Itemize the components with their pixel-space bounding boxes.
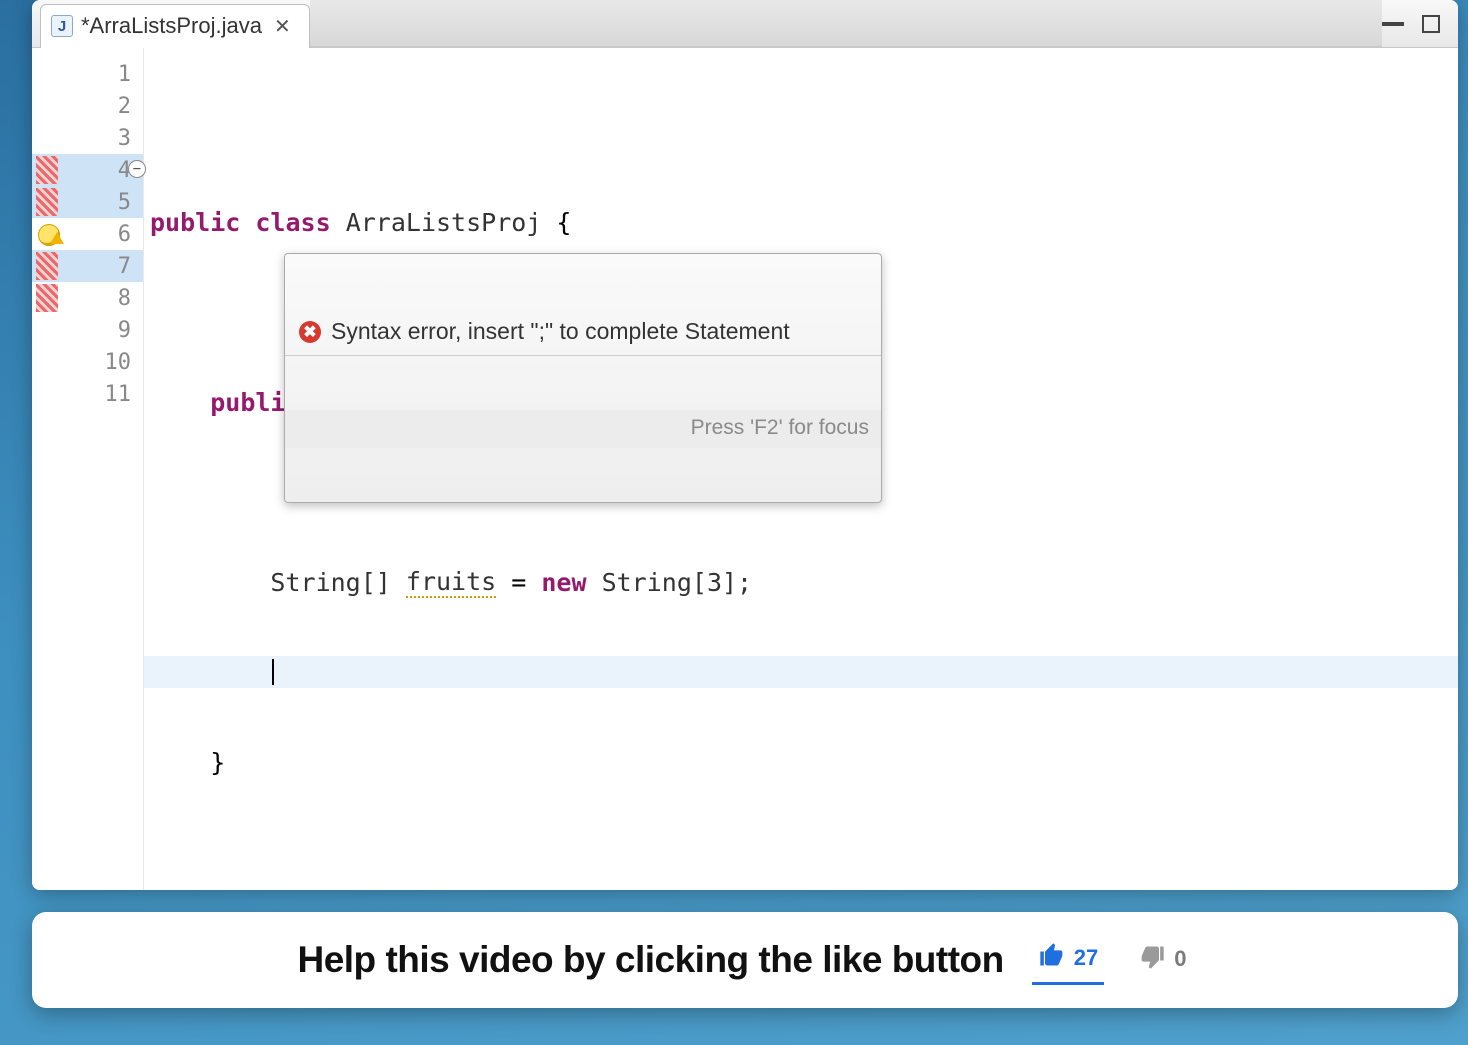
pane-window-controls (1382, 15, 1458, 33)
line-number: 1 (32, 58, 143, 90)
error-icon: ✖ (299, 321, 321, 343)
line-number: 2 (32, 90, 143, 122)
tab-bar-spacer (310, 0, 1382, 47)
thumbs-down-icon (1138, 943, 1166, 976)
minimize-pane-icon[interactable] (1382, 22, 1404, 26)
tooltip-hint: Press 'F2' for focus (285, 410, 881, 448)
line-number: 9 (32, 314, 143, 346)
editor-tab-filename: *ArraListsProj.java (81, 13, 262, 39)
line-number-gutter: 1 2 3 4 − 5 6 (32, 48, 144, 890)
video-cta-bar: Help this video by clicking the like but… (32, 912, 1458, 1008)
code-text-area[interactable]: public class ArraListsProj { public stat… (144, 48, 1458, 890)
line-number: 8 (32, 282, 143, 314)
change-marker-icon (36, 284, 58, 312)
change-marker-icon (36, 156, 58, 184)
code-line (144, 116, 1458, 148)
line-number: 5 (32, 186, 143, 218)
line-number: 3 (32, 122, 143, 154)
editor-tab-bar: J *ArraListsProj.java ✕ (32, 0, 1458, 48)
code-line: } (144, 746, 1458, 778)
error-tooltip: ✖ Syntax error, insert ";" to complete S… (284, 253, 882, 503)
dislike-button[interactable]: 0 (1132, 937, 1192, 984)
line-number: 4 − (32, 154, 143, 186)
line-number: 7 (32, 250, 143, 282)
text-cursor (272, 659, 274, 685)
java-file-icon: J (51, 15, 73, 37)
code-line: String[] fruits = new String[3]; (144, 566, 1458, 598)
editor-body[interactable]: 1 2 3 4 − 5 6 (32, 48, 1458, 890)
ide-window: J *ArraListsProj.java ✕ 1 2 3 4 − (32, 0, 1458, 890)
change-marker-icon (36, 252, 58, 280)
line-number: 10 (32, 346, 143, 378)
editor-tab-active[interactable]: J *ArraListsProj.java ✕ (40, 4, 310, 48)
close-tab-icon[interactable]: ✕ (270, 12, 295, 41)
line-number: 6 (32, 218, 143, 250)
editor-pane: J *ArraListsProj.java ✕ 1 2 3 4 − (32, 0, 1458, 890)
code-line (144, 836, 1458, 868)
code-line: public class ArraListsProj { (144, 206, 1458, 238)
cta-text: Help this video by clicking the like but… (297, 939, 1003, 981)
like-count: 27 (1074, 945, 1098, 971)
code-line-current (144, 656, 1458, 688)
warning-icon (50, 232, 64, 244)
thumbs-up-icon (1038, 941, 1066, 974)
like-button[interactable]: 27 (1032, 935, 1104, 985)
error-message: Syntax error, insert ";" to complete Sta… (331, 318, 790, 345)
dislike-count: 0 (1174, 946, 1186, 972)
line-number: 11 (32, 378, 143, 410)
change-marker-icon (36, 188, 58, 216)
maximize-pane-icon[interactable] (1422, 15, 1440, 33)
